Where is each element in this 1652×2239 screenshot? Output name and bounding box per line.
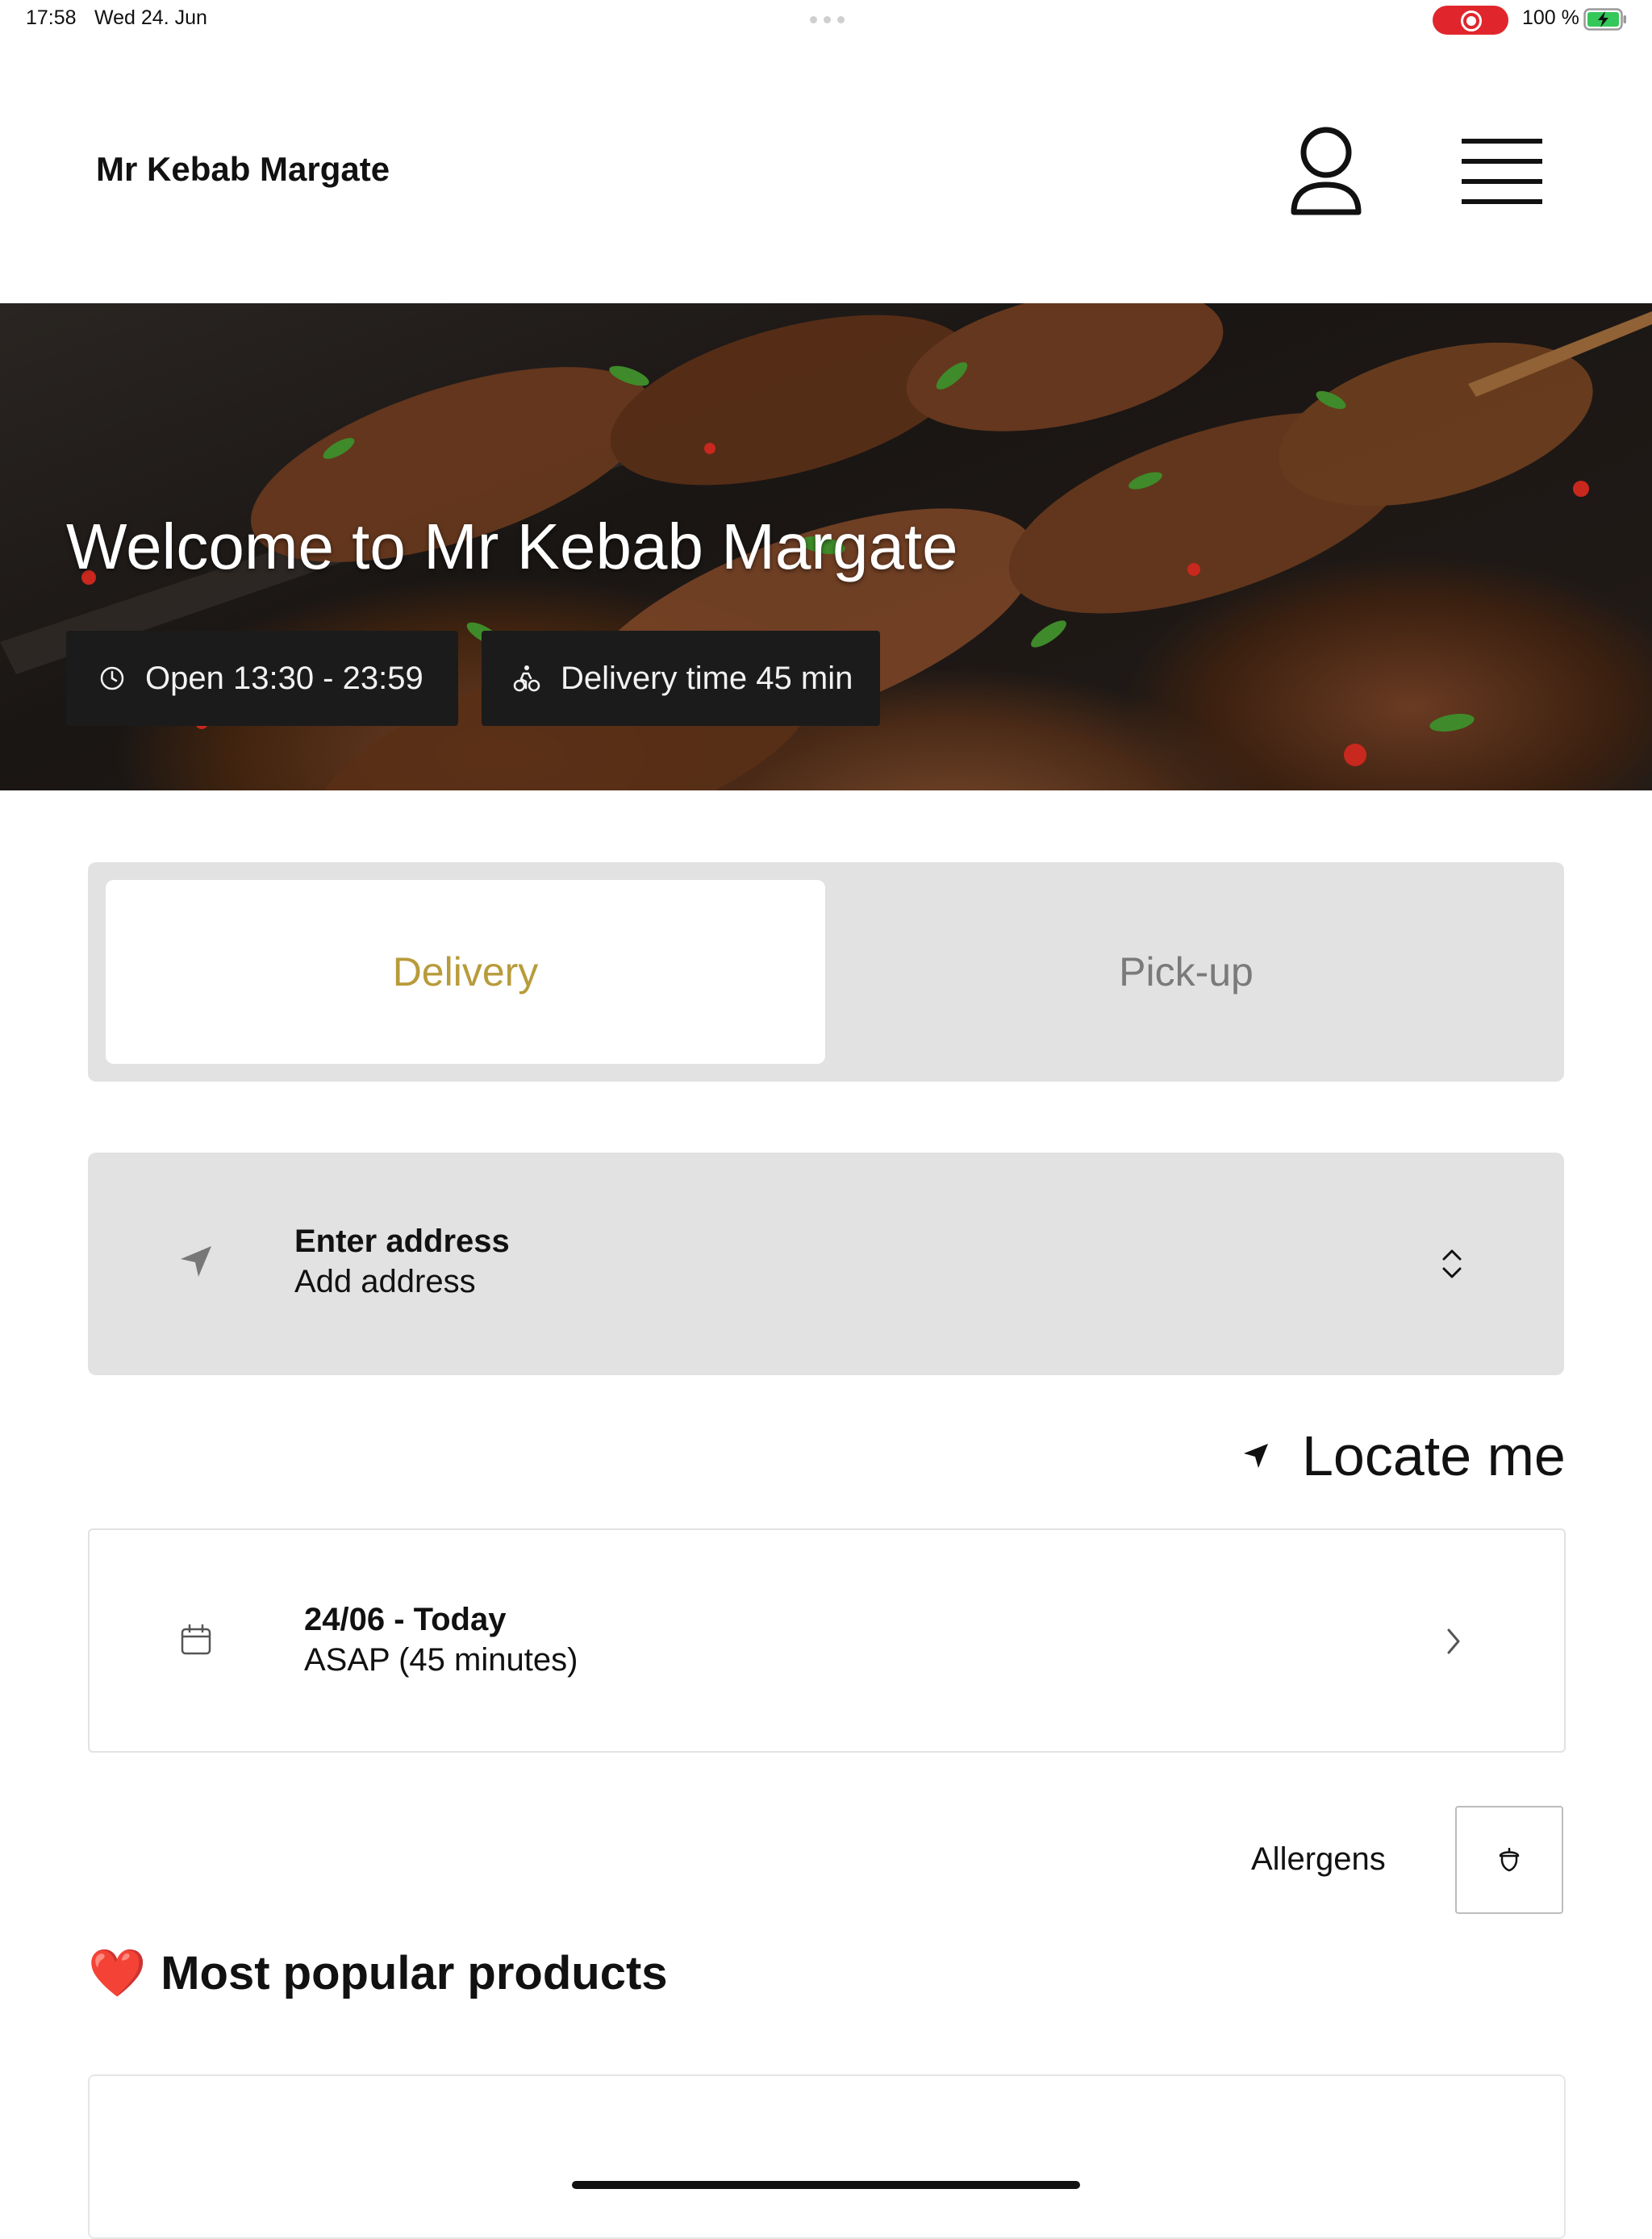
tab-pickup[interactable]: Pick-up (826, 880, 1546, 1064)
tab-delivery[interactable]: Delivery (106, 880, 825, 1064)
most-popular-heading: ❤️ Most popular products (88, 1946, 668, 2000)
battery-percentage: 100 % (1522, 6, 1579, 29)
profile-button[interactable] (1287, 125, 1365, 219)
delivery-schedule-selector[interactable] (88, 1528, 1566, 1753)
schedule-time: ASAP (45 minutes) (304, 1642, 578, 1678)
most-popular-title: Most popular products (161, 1947, 668, 1999)
bicycle-courier-icon (513, 665, 540, 692)
menu-button[interactable] (1458, 136, 1546, 206)
status-time: 17:58 (26, 6, 77, 29)
multitasking-dots-icon[interactable] (810, 16, 845, 23)
allergens-button[interactable] (1455, 1806, 1563, 1914)
delivery-time-text: Delivery time 45 min (561, 660, 853, 696)
navigation-arrow-icon (181, 1246, 211, 1277)
clock-icon (100, 666, 124, 690)
chevron-right-icon (1447, 1628, 1460, 1654)
opening-hours-badge: Open 13:30 - 23:59 (66, 631, 458, 726)
hamburger-menu-icon (1462, 139, 1542, 204)
allergen-acorn-icon (1499, 1848, 1520, 1872)
locate-me-label: Locate me (1302, 1424, 1566, 1487)
locate-me-button[interactable]: Locate me (1242, 1420, 1566, 1492)
battery-charging-icon (1583, 8, 1626, 31)
opening-hours-text: Open 13:30 - 23:59 (145, 660, 423, 696)
status-date: Wed 24. Jun (94, 6, 207, 29)
restaurant-name[interactable]: Mr Kebab Margate (96, 150, 390, 189)
status-bar: 17:58 Wed 24. Jun 100 % (0, 0, 1652, 40)
user-icon (1291, 127, 1362, 215)
address-title: Enter address (294, 1224, 510, 1259)
delivery-time-badge: Delivery time 45 min (482, 631, 880, 726)
schedule-date: 24/06 - Today (304, 1602, 507, 1637)
hero-title: Welcome to Mr Kebab Margate (66, 511, 958, 582)
chevron-up-down-icon (1442, 1249, 1462, 1278)
heart-emoji-icon: ❤️ (88, 1946, 147, 1999)
address-subtitle: Add address (294, 1264, 476, 1299)
allergens-label[interactable]: Allergens (1251, 1841, 1386, 1878)
product-card[interactable] (88, 2074, 1566, 2239)
calendar-icon (181, 1624, 211, 1655)
home-indicator[interactable] (572, 2181, 1080, 2189)
location-arrow-icon (1244, 1444, 1268, 1468)
screen-recording-icon (1433, 6, 1508, 35)
